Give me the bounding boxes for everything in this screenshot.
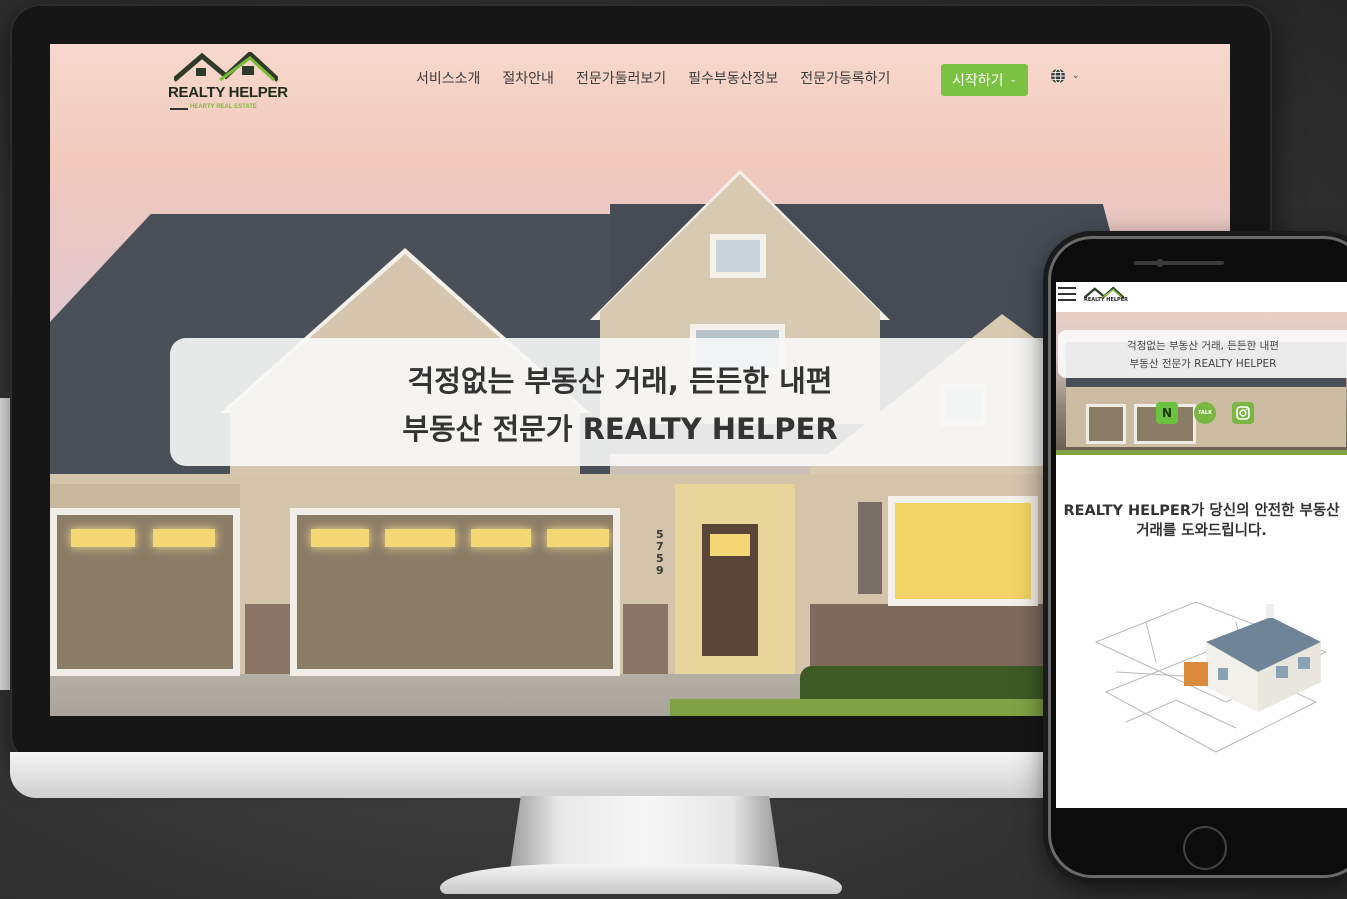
naver-icon[interactable]: N <box>1156 402 1178 424</box>
mobile-screen: REALTY HELPER 걱정없는 부동산 거래, 든든한 내편 부동산 전문… <box>1056 282 1347 808</box>
logo-tagline: HEARTY REAL ESTATE <box>190 104 257 110</box>
mobile-section-heading: REALTY HELPER가 당신의 안전한 부동산 거래를 도와드립니다. <box>1056 501 1347 541</box>
nav-item-register-expert[interactable]: 전문가등록하기 <box>789 68 901 88</box>
nav-item-browse-experts[interactable]: 전문가둘러보기 <box>565 68 677 88</box>
phone-camera <box>1156 259 1164 267</box>
hero-headline-2: 부동산 전문가 REALTY HELPER <box>402 412 838 446</box>
mobile-header: REALTY HELPER <box>1056 282 1347 312</box>
phone-speaker <box>1134 261 1224 265</box>
garage-door-right <box>290 508 620 676</box>
mobile-lawn <box>1056 450 1347 455</box>
mobile-hero-line-1: 걱정없는 부동산 거래, 든든한 내편 <box>1127 340 1279 352</box>
nav-item-procedure[interactable]: 절차안내 <box>491 68 565 88</box>
attic-window <box>710 234 766 278</box>
house-number: 5759 <box>656 528 664 577</box>
house-blueprint-illustration <box>1094 601 1328 753</box>
mobile-logo-name: REALTY HELPER <box>1084 297 1128 303</box>
main-nav: 서비스소개 절차안내 전문가둘러보기 필수부동산정보 전문가등록하기 <box>405 68 901 88</box>
front-window <box>888 496 1038 606</box>
hamburger-menu-icon[interactable] <box>1058 287 1076 301</box>
window-shutter <box>858 502 882 594</box>
site-logo[interactable]: REALTY HELPER HEARTY REAL ESTATE <box>168 46 288 118</box>
chevron-down-icon: ⌄ <box>1009 75 1018 85</box>
stone-column <box>245 604 290 674</box>
logo-divider <box>170 108 188 110</box>
nav-item-real-estate-info[interactable]: 필수부동산정보 <box>677 68 789 88</box>
nav-item-service-intro[interactable]: 서비스소개 <box>405 68 491 88</box>
garage-door-left <box>50 508 240 676</box>
mobile-hero-banner: 걱정없는 부동산 거래, 든든한 내편 부동산 전문가 REALTY HELPE… <box>1058 330 1347 378</box>
monitor-stand-neck <box>510 796 780 870</box>
chevron-down-icon: ⌄ <box>1072 71 1080 81</box>
kakao-talk-icon[interactable]: TALK <box>1194 402 1216 424</box>
stone-column <box>623 604 668 674</box>
house-roof-icon <box>174 52 278 82</box>
language-selector[interactable]: ⌄ <box>1050 68 1080 84</box>
mobile-headline-2: 거래를 도와드립니다. <box>1136 523 1267 539</box>
hero-headline-1: 걱정없는 부동산 거래, 든든한 내편 <box>407 364 833 398</box>
start-button[interactable]: 시작하기 ⌄ <box>941 64 1028 96</box>
globe-icon <box>1051 68 1065 84</box>
logo-name: REALTY HELPER <box>168 84 288 101</box>
door-window <box>710 534 750 556</box>
instagram-icon[interactable] <box>1232 402 1254 424</box>
monitor-stand-base <box>440 864 842 894</box>
mobile-logo[interactable]: REALTY HELPER <box>1083 284 1128 308</box>
hero-banner: 걱정없는 부동산 거래, 든든한 내편 부동산 전문가 REALTY HELPE… <box>170 338 1070 466</box>
mobile-hero-line-2: 부동산 전문가 REALTY HELPER <box>1129 358 1277 370</box>
start-button-label: 시작하기 <box>951 73 1004 89</box>
phone-home-button <box>1183 826 1227 870</box>
mobile-garage <box>1086 404 1126 444</box>
mobile-headline-1: REALTY HELPER가 당신의 안전한 부동산 <box>1063 503 1340 519</box>
